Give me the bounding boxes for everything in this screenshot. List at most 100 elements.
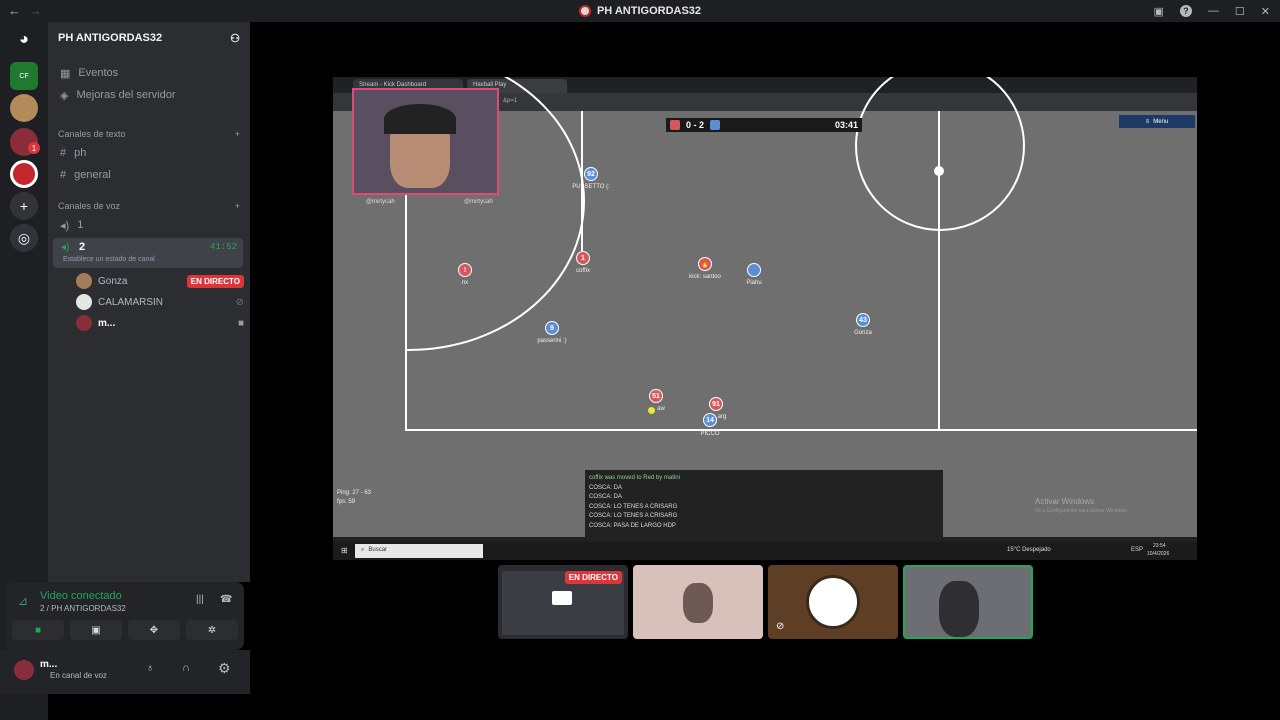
channel-general[interactable]: # general: [54, 165, 244, 185]
menu-icon: ≡: [1145, 118, 1150, 125]
taskbar-search[interactable]: ⌕ Buscar: [355, 544, 483, 558]
calendar-icon: ▦: [60, 67, 71, 80]
screenshare-button[interactable]: ▣: [70, 620, 122, 640]
headphones-icon[interactable]: ∩: [182, 662, 190, 674]
voice-user-m[interactable]: m... ■: [76, 314, 244, 332]
inbox-icon[interactable]: ▣: [1154, 5, 1164, 18]
add-channel-icon[interactable]: +: [235, 129, 240, 139]
channel-ph[interactable]: # ph: [54, 143, 244, 163]
nav-arrows: ← →: [8, 3, 42, 18]
player-token: [747, 263, 761, 277]
boosts-item[interactable]: ◈ Mejoras del servidor: [54, 85, 244, 105]
voice-user-calamarsin[interactable]: CALAMARSIN ⊘: [76, 293, 244, 311]
camera-button[interactable]: ■: [12, 620, 64, 640]
screen-icon: [552, 591, 572, 605]
window-title: PH ANTIGORDAS32: [578, 5, 701, 17]
events-item[interactable]: ▦ Eventos: [54, 63, 244, 83]
player-name: PICCO: [700, 431, 720, 437]
windows-taskbar: ⊞ ⌕ Buscar 15°C Despejado ESP 23:54 10/4…: [333, 542, 1197, 560]
hash-icon: #: [60, 169, 67, 181]
settings-icon[interactable]: ⚙: [218, 660, 231, 677]
player-name: passerini :): [537, 338, 567, 344]
disconnect-icon[interactable]: ☎: [220, 594, 232, 605]
tile-self-video[interactable]: [903, 565, 1033, 639]
center-circle: [855, 77, 1025, 231]
voice-category[interactable]: Canales de voz +: [58, 201, 240, 211]
camera-icon: ■: [237, 317, 244, 329]
player-name: nx: [461, 280, 469, 286]
add-voice-channel-icon[interactable]: +: [235, 201, 240, 211]
back-icon[interactable]: ←: [8, 3, 21, 18]
player-name: coffix: [576, 268, 590, 274]
signal-icon: ⊿: [18, 594, 29, 608]
window-controls: ▣ ? — ☐ ✕: [1154, 0, 1280, 22]
tile-user-video[interactable]: [633, 565, 763, 639]
player-token: 91: [709, 397, 723, 411]
scoreboard: 0 - 2 03:41: [666, 118, 862, 132]
blue-team-icon: [710, 120, 721, 130]
boost-icon: ◈: [60, 89, 69, 102]
explore-icon[interactable]: ◎: [10, 224, 38, 252]
game-menu[interactable]: ≡ Menu: [1119, 115, 1195, 128]
tile-calamarsin[interactable]: ⊘: [768, 565, 898, 639]
club-logo-icon: [806, 575, 860, 629]
maximize-button[interactable]: ☐: [1235, 5, 1245, 18]
channel-status[interactable]: Establece un estado de canal: [63, 256, 155, 263]
player-name: arg: [717, 414, 727, 420]
muted-icon: ⊘: [235, 296, 244, 308]
close-button[interactable]: ✕: [1261, 5, 1270, 18]
server-icon-active[interactable]: [10, 160, 38, 188]
notification-badge: 1: [28, 142, 40, 154]
game-chat: coffix was moved to Red by matini COSCA:…: [585, 470, 943, 540]
voice-user-gonza[interactable]: Gonza EN DIRECTO: [76, 272, 244, 290]
field-line: [405, 429, 1197, 431]
server-icon-avatar[interactable]: [10, 94, 38, 122]
forward-icon[interactable]: →: [29, 3, 42, 18]
add-server-icon[interactable]: +: [10, 192, 38, 220]
hash-icon: #: [60, 147, 67, 159]
voice-channel-1[interactable]: ◂) 1: [54, 215, 244, 235]
avatar: [76, 315, 92, 331]
voice-location[interactable]: 2 / PH ANTIGORDAS32: [40, 604, 126, 613]
avatar: [76, 294, 92, 310]
windows-icon[interactable]: ⊞: [341, 546, 348, 555]
server-icon-green[interactable]: CF: [10, 62, 38, 90]
activities-button[interactable]: ✥: [128, 620, 180, 640]
player-token: 43: [856, 313, 870, 327]
ball: [648, 407, 655, 414]
user-avatar[interactable]: [14, 660, 34, 680]
person-silhouette: [939, 581, 979, 637]
streamer-webcam: [352, 88, 499, 195]
live-badge: EN DIRECTO: [186, 274, 244, 288]
player-token: !: [458, 263, 472, 277]
live-badge: EN DIRECTO: [564, 571, 622, 584]
player-name: aw: [657, 406, 665, 412]
help-icon[interactable]: ?: [1179, 5, 1192, 17]
voice-channel-2[interactable]: ◂) 2 41:52 Establece un estado de canal: [53, 238, 243, 268]
person-silhouette: [683, 583, 713, 623]
player-name: Piahu: [746, 280, 762, 286]
player-name: PUSSETTO (:: [572, 184, 610, 190]
avatar: [76, 273, 92, 289]
tile-stream[interactable]: EN DIRECTO: [498, 565, 628, 639]
minimize-button[interactable]: —: [1208, 5, 1219, 17]
soundboard-button[interactable]: ✲: [186, 620, 238, 640]
add-member-icon[interactable]: ⚇: [230, 32, 240, 45]
player-token: 92: [584, 167, 598, 181]
streamer-headset: [384, 104, 456, 134]
player-token: 14: [703, 413, 717, 427]
microphone-icon[interactable]: ♁: [146, 662, 154, 674]
user-bar: m... En canal de voz ♁ ∩ ⚙: [0, 650, 250, 694]
player-token: 51: [649, 389, 663, 403]
center-spot: [934, 166, 944, 176]
voice-panel: ⊿ Video conectado 2 / PH ANTIGORDAS32 ||…: [6, 582, 244, 650]
noise-icon[interactable]: |||: [196, 594, 204, 605]
search-icon: ⌕: [361, 547, 365, 553]
server-header[interactable]: PH ANTIGORDAS32 ⚇: [48, 22, 250, 54]
discord-home-icon[interactable]: ◕: [10, 26, 38, 54]
red-team-icon: [670, 120, 680, 130]
speaker-icon: ◂): [61, 242, 70, 253]
text-category[interactable]: Canales de texto +: [58, 129, 240, 139]
speaker-icon: ◂): [60, 219, 70, 232]
server-icon: [578, 5, 591, 17]
